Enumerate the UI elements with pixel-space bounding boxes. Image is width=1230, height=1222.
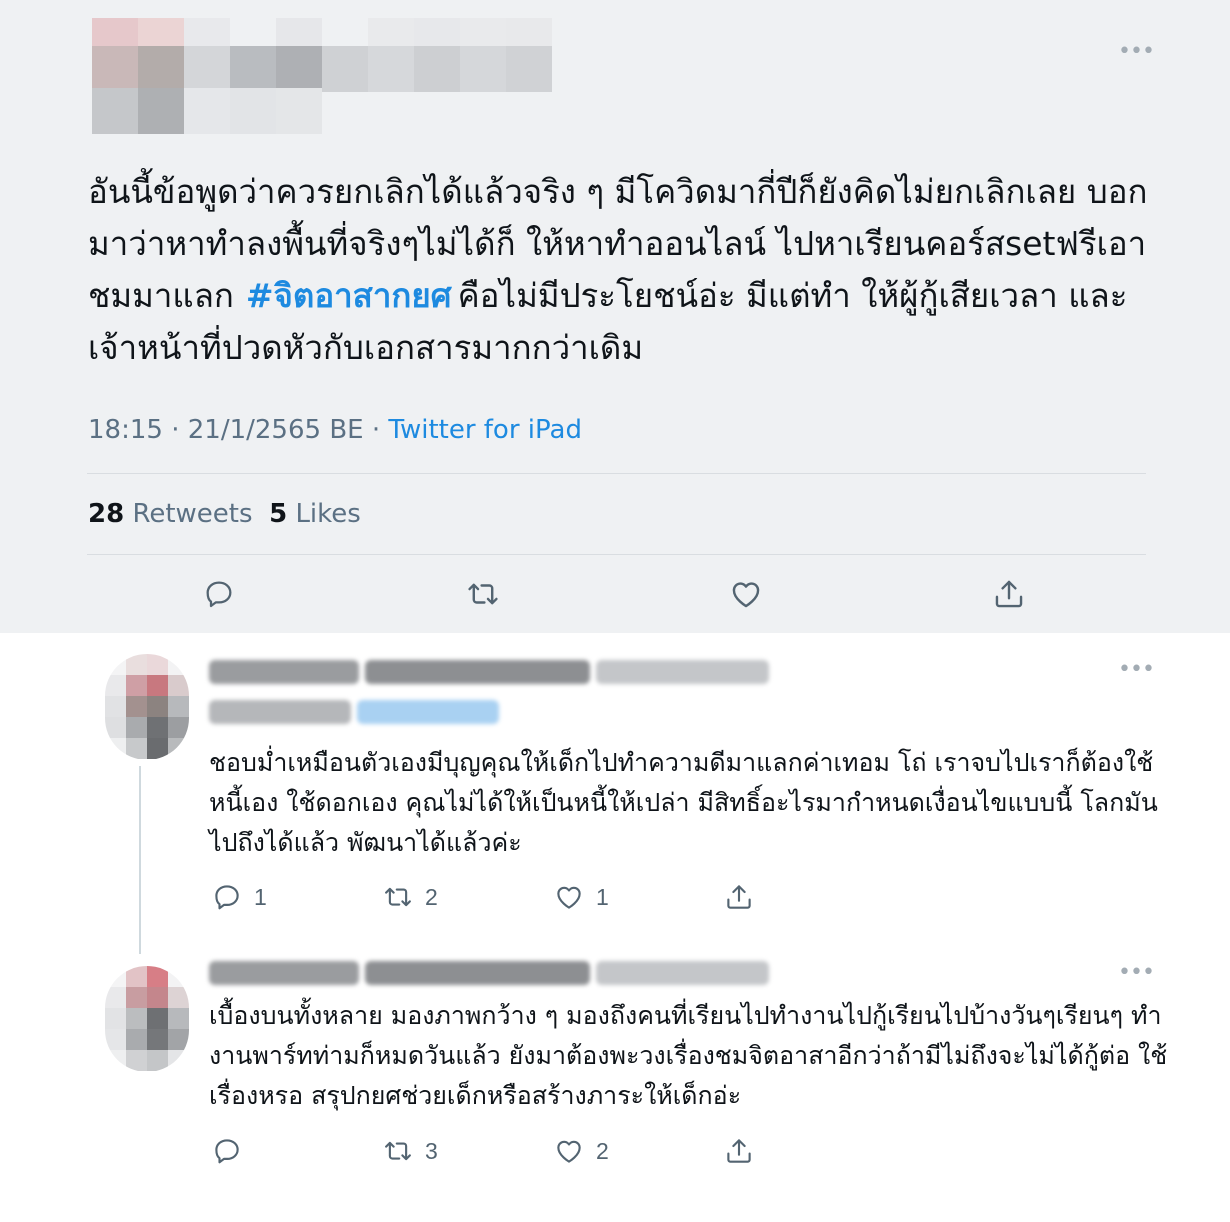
retweet-count: 3: [425, 1137, 438, 1164]
share-button[interactable]: [724, 880, 754, 914]
like-count: 2: [596, 1137, 609, 1164]
like-button[interactable]: 2: [554, 1134, 609, 1168]
thread-line: [139, 766, 141, 954]
like-button[interactable]: [728, 576, 764, 612]
like-button[interactable]: 1: [554, 880, 609, 914]
reply-button[interactable]: 1: [212, 880, 267, 914]
reply-button[interactable]: [212, 1134, 254, 1168]
more-options-icon[interactable]: •••: [1118, 658, 1155, 682]
retweets-label: Retweets: [132, 499, 253, 529]
meta-separator: ·: [171, 415, 180, 445]
share-icon: [995, 580, 1023, 608]
reply-author-blurred[interactable]: [209, 660, 769, 684]
retweet-icon: [385, 1141, 411, 1161]
reply-button[interactable]: [201, 576, 237, 612]
main-tweet: ••• อันนี้ข้อพูดว่าควรยกเลิกได้แล้วจริง …: [0, 0, 1230, 633]
avatar[interactable]: [105, 966, 189, 1072]
tweet-time[interactable]: 18:15: [88, 415, 163, 445]
reply-count: 1: [254, 883, 267, 910]
tweet-source-link[interactable]: Twitter for iPad: [388, 415, 582, 445]
engagement-stats: 28 Retweets 5 Likes: [88, 494, 361, 534]
tweet-meta: 18:15 · 21/1/2565 BE · Twitter for iPad: [88, 408, 582, 452]
reply-text: เบื้องบนทั้งหลาย มองภาพกว้าง ๆ มองถึงคนท…: [209, 1001, 1168, 1110]
retweet-icon: [468, 583, 498, 605]
retweet-button[interactable]: 3: [383, 1134, 438, 1168]
reply-bubble-icon: [215, 885, 239, 910]
reply-bubble-icon: [206, 581, 232, 608]
author-info-blurred[interactable]: [92, 18, 578, 134]
likes-label: Likes: [295, 499, 361, 529]
meta-separator: ·: [371, 415, 381, 445]
like-count: 1: [596, 883, 609, 910]
retweets-count: 28: [88, 499, 125, 529]
share-button[interactable]: [724, 1134, 754, 1168]
heart-icon: [732, 582, 760, 608]
replying-to-blurred[interactable]: [209, 700, 499, 724]
heart-icon: [557, 1140, 581, 1163]
hashtag-link[interactable]: #จิตอาสากยศ: [246, 276, 452, 315]
heart-icon: [557, 886, 581, 909]
more-options-icon[interactable]: •••: [1118, 961, 1155, 985]
tweet-date[interactable]: 21/1/2565 BE: [188, 415, 364, 445]
likes-count: 5: [269, 499, 288, 529]
retweet-count: 2: [425, 883, 438, 910]
retweet-icon: [385, 887, 411, 907]
tweet-text-tail: คือไม่มีประโยชน์อ่ะ มีแต่ทำ ให้ผู้กู้เสี…: [88, 276, 1128, 367]
more-options-icon[interactable]: •••: [1118, 40, 1155, 64]
reply-text: ชอบม่ำเหมือนตัวเองมีบุญคุณให้เด็กไปทำควา…: [209, 748, 1158, 857]
divider: [87, 473, 1146, 474]
reply-author-blurred[interactable]: [209, 961, 769, 985]
avatar[interactable]: [105, 654, 189, 760]
reply-bubble-icon: [215, 1139, 239, 1164]
tweet-text: อันนี้ข้อพูดว่าควรยกเลิกได้แล้วจริง ๆ มี…: [88, 166, 1168, 374]
retweets-stat[interactable]: 28 Retweets: [88, 499, 253, 529]
retweet-button[interactable]: [465, 576, 501, 612]
share-icon: [727, 885, 751, 909]
likes-stat[interactable]: 5 Likes: [269, 499, 361, 529]
share-icon: [727, 1139, 751, 1163]
share-button[interactable]: [991, 576, 1027, 612]
divider: [87, 554, 1146, 555]
retweet-button[interactable]: 2: [383, 880, 438, 914]
